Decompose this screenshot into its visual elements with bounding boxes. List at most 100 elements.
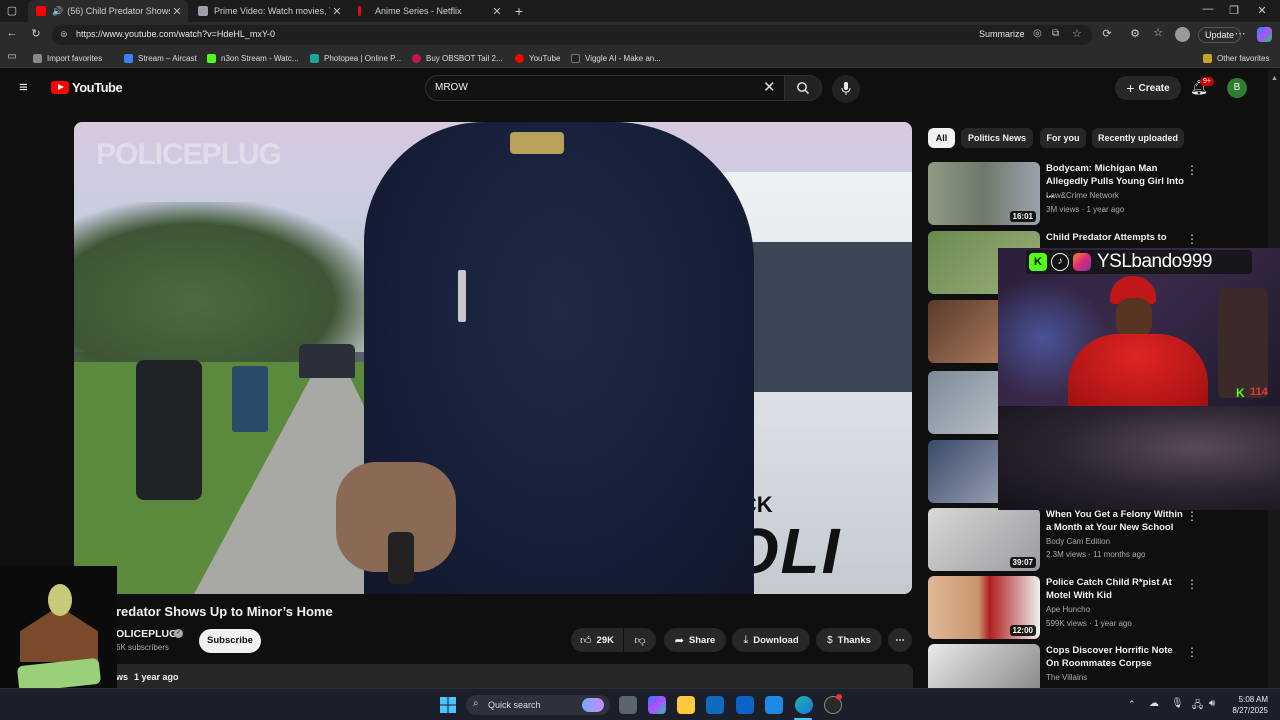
rec-thumbnail[interactable]: 16:01	[928, 162, 1040, 225]
chip-politics-news[interactable]: Politics News	[961, 128, 1033, 148]
more-vertical-icon[interactable]: ⋮	[1186, 509, 1198, 523]
close-tab-icon[interactable]: ✕	[330, 5, 344, 18]
volume-icon[interactable]: 🔊︎	[1209, 698, 1215, 709]
tiktok-icon: ♪	[1051, 253, 1069, 271]
outlook-icon[interactable]	[736, 696, 754, 714]
share-button[interactable]: ➦ Share	[664, 628, 726, 652]
split-screen-icon[interactable]: ⧉	[1052, 28, 1059, 39]
browser-tab-bar: ▢ 🔊 (56) Child Predator Shows Up ✕ Prime…	[0, 0, 1280, 22]
microsoft-store-icon[interactable]	[706, 696, 724, 714]
reading-view-icon[interactable]: ▭	[4, 51, 20, 62]
more-vertical-icon[interactable]: ⋮	[1186, 163, 1198, 177]
rec-channel[interactable]: Law&Crime Network	[1046, 191, 1119, 200]
more-options-icon[interactable]: ⋯	[1232, 27, 1248, 40]
copilot-sidebar-icon[interactable]	[1257, 27, 1272, 42]
bookmark-import[interactable]: Import favorites	[33, 51, 102, 65]
photos-icon[interactable]	[765, 696, 783, 714]
more-vertical-icon[interactable]: ⋮	[1186, 645, 1198, 659]
tab-youtube[interactable]: 🔊 (56) Child Predator Shows Up ✕	[28, 0, 188, 22]
bookmark-photopea[interactable]: Photopea | Online P...	[310, 51, 401, 65]
close-tab-icon[interactable]: ✕	[490, 5, 504, 18]
smartwatch	[388, 532, 414, 584]
create-button[interactable]: + Create	[1115, 76, 1181, 100]
url-field[interactable]: ⊜ https://www.youtube.com/watch?v=HdeHL_…	[52, 25, 1092, 45]
copilot-app-icon[interactable]	[648, 696, 666, 714]
youtube-logo-icon[interactable]	[51, 81, 69, 94]
rec-meta: 599K views · 1 year ago	[1046, 619, 1132, 628]
more-vertical-icon[interactable]: ⋮	[1186, 232, 1198, 246]
bookmark-n3on[interactable]: n3on Stream - Watc...	[207, 51, 299, 65]
extensions-icon[interactable]: ⟳	[1099, 27, 1115, 40]
summarize-button[interactable]: Summarize	[979, 29, 1025, 39]
favorites-icon[interactable]: ☆	[1150, 26, 1166, 39]
taskbar-search-field[interactable]: ⌕ Quick search	[466, 695, 610, 715]
bookmark-other-favorites[interactable]: Other favorites	[1203, 51, 1269, 65]
maximize-icon[interactable]: ❐	[1226, 4, 1242, 17]
duration-badge: 12:00	[1009, 625, 1036, 636]
clock-date[interactable]: 8/27/2025	[1224, 706, 1268, 715]
tab-netflix[interactable]: Anime Series - Netflix ✕	[350, 0, 508, 22]
more-vertical-icon[interactable]: ⋮	[1186, 577, 1198, 591]
chip-all[interactable]: All	[928, 128, 955, 148]
tracking-icon[interactable]: ⚙	[1127, 27, 1143, 40]
speaker-icon[interactable]: 🔊	[52, 6, 63, 17]
network-icon[interactable]: 🖧︎	[1192, 698, 1203, 715]
rec-title[interactable]: When You Get a Felony Within a Month at …	[1046, 508, 1186, 534]
bookmark-youtube[interactable]: YouTube	[515, 51, 560, 65]
like-button[interactable]: 👍︎ 29K	[571, 628, 623, 652]
tab-prime-video[interactable]: Prime Video: Watch movies, TV sh ✕	[190, 0, 348, 22]
kick-icon: K	[1029, 253, 1047, 271]
minimize-icon[interactable]: —	[1200, 3, 1216, 15]
channel-name[interactable]: OLICEPLUG	[116, 628, 177, 640]
rec-channel[interactable]: Body Cam Edition	[1046, 537, 1110, 546]
onedrive-icon[interactable]: ☁	[1149, 698, 1159, 709]
rec-thumbnail[interactable]	[928, 644, 1040, 688]
file-explorer-icon[interactable]	[677, 696, 695, 714]
profile-avatar[interactable]	[1175, 27, 1190, 42]
chip-for-you[interactable]: For you	[1040, 128, 1086, 148]
thanks-icon: $	[827, 634, 833, 646]
edge-browser-icon[interactable]	[795, 696, 813, 714]
account-avatar[interactable]: B	[1227, 78, 1247, 98]
rec-thumbnail[interactable]: 12:00	[928, 576, 1040, 639]
rec-channel[interactable]: The Villains	[1046, 673, 1087, 682]
new-tab-icon[interactable]: +	[511, 3, 527, 19]
back-icon[interactable]: ←	[4, 27, 20, 39]
bookmarks-bar: ▭ Import favorites Stream – Aircast n3on…	[0, 48, 1280, 68]
rec-title[interactable]: Police Catch Child R*pist At Motel With …	[1046, 576, 1186, 602]
download-button[interactable]: ⤓ Download	[732, 628, 810, 652]
bookmark-obsbot[interactable]: Buy OBSBOT Tail 2...	[412, 51, 503, 65]
subscribe-button[interactable]: Subscribe	[199, 629, 261, 653]
copilot-icon[interactable]: ◎	[1033, 28, 1042, 39]
more-actions-button[interactable]: ⋯	[888, 628, 912, 652]
favorite-star-icon[interactable]: ☆	[1072, 27, 1082, 40]
rec-channel[interactable]: Ape Huncho	[1046, 605, 1090, 614]
clear-search-icon[interactable]: ✕	[763, 78, 776, 96]
microphone-tray-icon[interactable]: 🎙︎	[1171, 698, 1184, 709]
thanks-button[interactable]: $ Thanks	[816, 628, 882, 652]
task-view-icon[interactable]	[619, 696, 637, 714]
rec-thumbnail[interactable]: 39:07	[928, 508, 1040, 571]
close-window-icon[interactable]: ✕	[1254, 4, 1270, 17]
rec-title[interactable]: Cops Discover Horrific Note On Roommates…	[1046, 644, 1186, 670]
hamburger-menu-icon[interactable]: ≡	[19, 79, 28, 96]
bookmark-label: Buy OBSBOT Tail 2...	[426, 53, 503, 63]
clock-time[interactable]: 5:08 AM	[1230, 695, 1268, 704]
voice-search-button[interactable]	[832, 75, 860, 103]
youtube-logo-text[interactable]: YouTube	[72, 80, 123, 95]
bookmark-aircast[interactable]: Stream – Aircast	[124, 51, 197, 65]
video-player[interactable]: WICK POLI POLICEPLUG	[74, 122, 912, 594]
close-tab-icon[interactable]: ✕	[170, 5, 184, 18]
refresh-icon[interactable]: ↻	[28, 27, 44, 40]
windows-start-icon[interactable]	[440, 697, 456, 713]
site-info-icon[interactable]: ⊜	[60, 29, 68, 40]
tab-actions-icon[interactable]: ▢	[4, 4, 20, 17]
search-button[interactable]	[784, 75, 822, 101]
chip-recently-uploaded[interactable]: Recently uploaded	[1092, 128, 1184, 148]
tray-overflow-icon[interactable]: ⌃	[1128, 699, 1136, 710]
rec-title[interactable]: Child Predator Attempts to	[1046, 231, 1186, 244]
bookmark-viggle[interactable]: Viggle AI - Make an...	[571, 51, 661, 65]
dislike-button[interactable]: 👎︎	[624, 628, 656, 652]
search-input[interactable]: MROW ✕	[425, 75, 785, 101]
instagram-icon	[1073, 253, 1091, 271]
